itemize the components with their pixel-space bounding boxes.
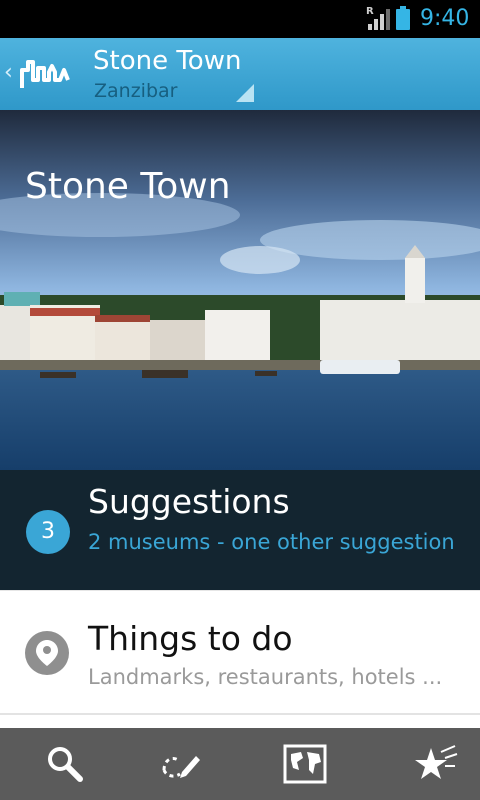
edit-trip-icon	[162, 756, 200, 778]
location-pin-icon	[25, 631, 69, 675]
app-logo-icon[interactable]	[20, 58, 70, 92]
suggestions-row[interactable]: 3 Suggestions 2 museums - one other sugg…	[0, 470, 480, 590]
stone-town-photo	[0, 110, 480, 470]
page-subtitle: Zanzibar	[94, 80, 178, 102]
favorites-button[interactable]	[390, 728, 480, 800]
map-button[interactable]	[258, 728, 348, 800]
page-title: Stone Town	[93, 46, 242, 76]
suggestions-count-badge: 3	[26, 510, 70, 554]
status-bar: R 9:40	[0, 0, 480, 38]
signal-icon	[368, 9, 390, 30]
hero-image: Stone Town	[0, 110, 480, 470]
up-caret-icon[interactable]: ‹	[4, 60, 13, 85]
edit-trip-button[interactable]	[135, 728, 225, 800]
search-icon	[48, 747, 83, 782]
suggestions-title: Suggestions	[88, 482, 290, 521]
favorites-icon	[415, 745, 458, 779]
battery-icon	[396, 6, 410, 30]
things-to-do-title: Things to do	[88, 619, 293, 658]
hero-title: Stone Town	[25, 166, 231, 207]
things-to-do-subtitle: Landmarks, restaurants, hotels ...	[88, 665, 443, 689]
spinner-corner-icon	[236, 84, 254, 102]
search-button[interactable]	[20, 728, 110, 800]
clock: 9:40	[420, 6, 470, 31]
things-to-do-row[interactable]: Things to do Landmarks, restaurants, hot…	[0, 590, 480, 715]
suggestions-subtitle: 2 museums - one other suggestion	[88, 530, 455, 554]
world-map-icon	[283, 744, 327, 784]
bottom-bar	[0, 728, 480, 800]
